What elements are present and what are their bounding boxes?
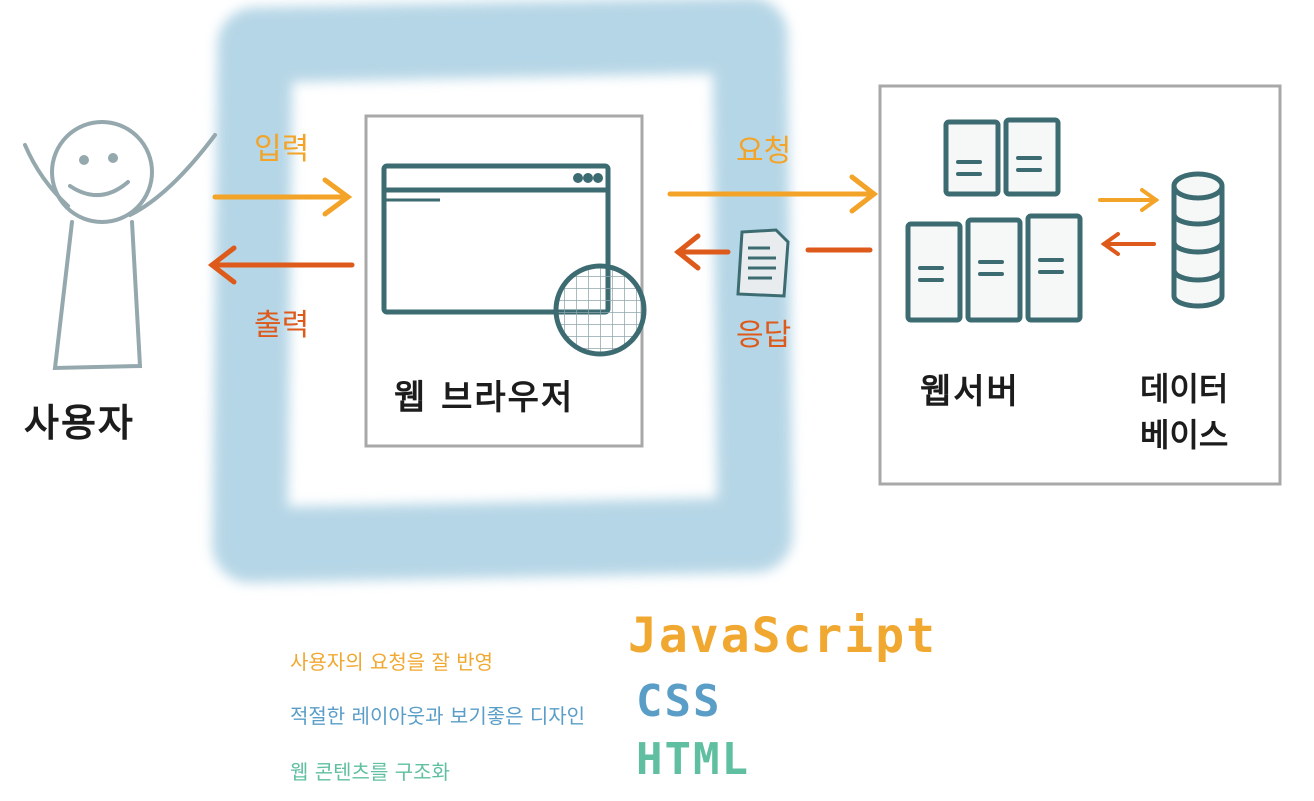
html-label: HTML (636, 734, 750, 785)
db-query-arrow (1098, 188, 1160, 212)
javascript-description: 사용자의 요청을 잘 반영 (290, 650, 494, 674)
globe-icon (553, 263, 647, 357)
css-label: CSS (636, 676, 722, 727)
user-stick-figure (23, 120, 217, 371)
response-label: 응답 (736, 318, 792, 353)
request-label: 요청 (736, 134, 792, 169)
html-description: 웹 콘텐츠를 구조화 (290, 760, 450, 784)
db-result-arrow (1100, 232, 1156, 256)
input-label: 입력 (254, 132, 310, 167)
output-label: 출력 (254, 308, 310, 343)
document-icon (736, 228, 790, 298)
web-server-label: 웹서버 (920, 372, 1020, 412)
server-rack-icon (905, 117, 1083, 323)
database-label-line1: 데이터 (1140, 370, 1229, 408)
database-icon (1171, 171, 1225, 309)
javascript-label: JavaScript (628, 608, 937, 664)
css-description: 적절한 레이아웃과 보기좋은 디자인 (290, 704, 586, 728)
user-label: 사용자 (24, 401, 135, 445)
frontend-highlight-cloud (212, 0, 793, 583)
browser-label: 웹 브라우저 (394, 378, 575, 418)
database-label: 데이터 베이스 (1140, 366, 1228, 458)
database-label-line2: 베이스 (1140, 416, 1229, 454)
